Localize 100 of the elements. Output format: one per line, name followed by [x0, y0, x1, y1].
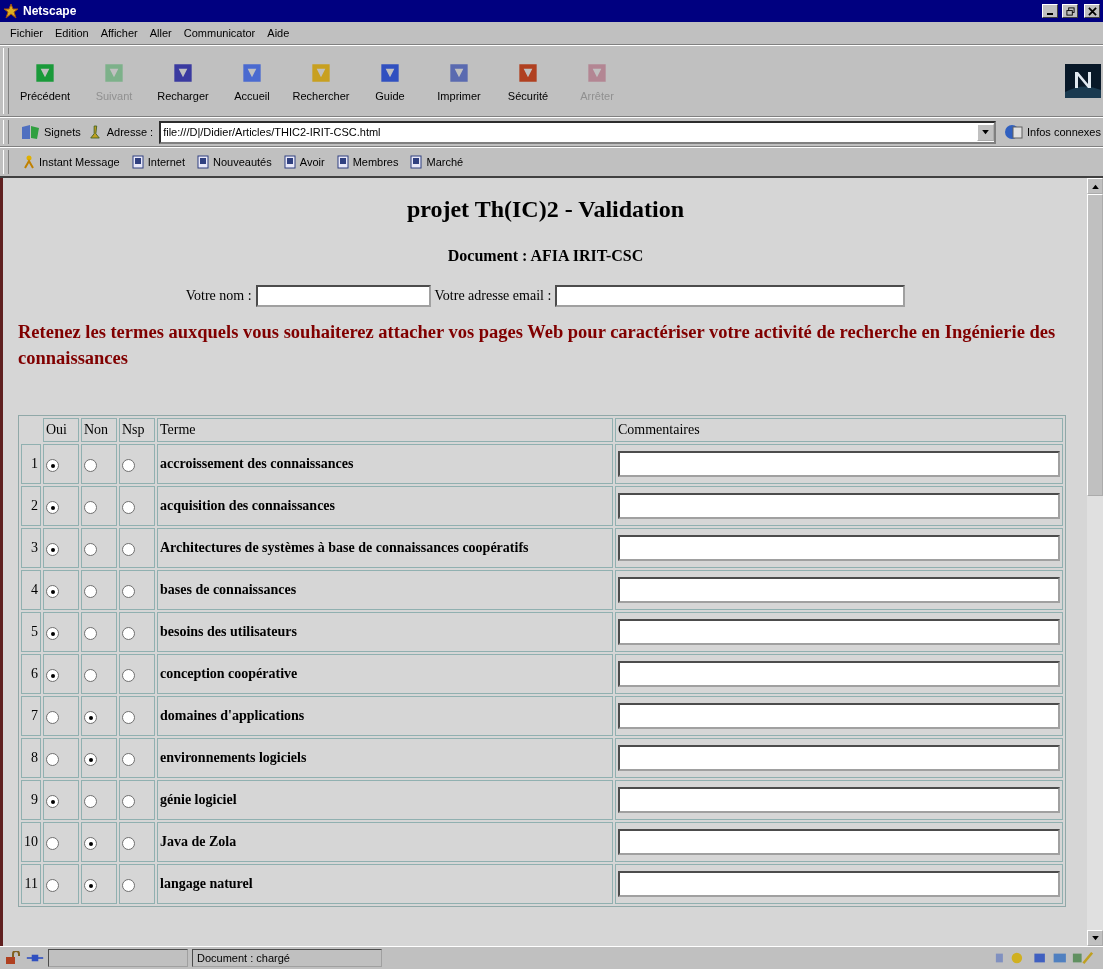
- radio-button[interactable]: [46, 879, 59, 893]
- column-header: Commentaires: [615, 418, 1063, 442]
- radio-button[interactable]: [122, 585, 135, 599]
- minimize-button[interactable]: [1042, 4, 1058, 18]
- menu-item[interactable]: Edition: [55, 27, 89, 39]
- row-number: 3: [21, 528, 41, 568]
- radio-button[interactable]: [84, 669, 97, 683]
- term-cell: environnements logiciels: [157, 738, 613, 778]
- toolbar-button[interactable]: Accueil: [220, 60, 284, 102]
- comment-field[interactable]: [618, 451, 1060, 477]
- up-arrow-icon: [1091, 183, 1099, 189]
- lock-icon: [4, 951, 22, 965]
- term-cell: acquisition des connaissances: [157, 486, 613, 526]
- radio-button[interactable]: [46, 837, 59, 851]
- term-cell: accroissement des connaissances: [157, 444, 613, 484]
- bookmark-button[interactable]: Marché: [408, 155, 466, 169]
- radio-button[interactable]: [84, 585, 97, 599]
- menu-item[interactable]: Aller: [149, 27, 172, 39]
- radio-button[interactable]: [84, 711, 97, 725]
- scroll-up-button[interactable]: [1087, 178, 1103, 194]
- term-cell: bases de connaissances: [157, 570, 613, 610]
- radio-button[interactable]: [46, 501, 59, 515]
- comment-field[interactable]: [618, 871, 1060, 897]
- close-button[interactable]: [1084, 4, 1100, 18]
- radio-button[interactable]: [84, 795, 97, 809]
- page-icon: [410, 155, 423, 169]
- radio-button[interactable]: [122, 879, 135, 893]
- radio-button[interactable]: [46, 585, 59, 599]
- radio-button[interactable]: [46, 459, 59, 473]
- caret-icon: [982, 129, 989, 135]
- radio-button[interactable]: [84, 501, 97, 515]
- menu-item[interactable]: Communicator: [183, 27, 256, 39]
- menu-item[interactable]: Aide: [267, 27, 290, 39]
- radio-button[interactable]: [122, 669, 135, 683]
- radio-button[interactable]: [46, 795, 59, 809]
- page-icon: [336, 155, 349, 169]
- page-icon: [197, 155, 210, 169]
- bookmark-button[interactable]: Membres: [334, 155, 401, 169]
- instructions-text: Retenez les termes auxquels vous souhaiterez attacher vos pages Web pour caractériser votre activité de recherche en Ingénierie des connaissances: [18, 321, 1057, 370]
- scroll-thumb[interactable]: [1087, 194, 1103, 496]
- radio-button[interactable]: [122, 543, 135, 557]
- comment-field[interactable]: [618, 787, 1060, 813]
- toolbar-button[interactable]: Guide: [358, 60, 422, 102]
- radio-button[interactable]: [84, 837, 97, 851]
- radio-button[interactable]: [122, 837, 135, 851]
- column-header: Terme: [157, 418, 613, 442]
- radio-button[interactable]: [84, 627, 97, 641]
- term-cell: Java de Zola: [157, 822, 613, 862]
- bookmark-button[interactable]: Instant Message: [21, 155, 122, 169]
- radio-button[interactable]: [122, 627, 135, 641]
- minimize-icon: [1047, 12, 1053, 15]
- scroll-down-button[interactable]: [1087, 930, 1103, 946]
- comment-field[interactable]: [618, 703, 1060, 729]
- menu-item[interactable]: Afficher: [100, 27, 138, 39]
- toolbar-button[interactable]: Précédent: [13, 60, 77, 102]
- toolbar-button[interactable]: Recharger: [151, 60, 215, 102]
- term-cell: conception coopérative: [157, 654, 613, 694]
- toolbar-button[interactable]: Rechercher: [289, 60, 353, 102]
- radio-button[interactable]: [122, 711, 135, 725]
- radio-button[interactable]: [84, 753, 97, 767]
- toolbar-button[interactable]: Sécurité: [496, 60, 560, 102]
- row-number: 4: [21, 570, 41, 610]
- radio-button[interactable]: [122, 459, 135, 473]
- menu-item[interactable]: Fichier: [10, 27, 43, 39]
- term-cell: génie logiciel: [157, 780, 613, 820]
- comment-field[interactable]: [618, 619, 1060, 645]
- term-cell: besoins des utilisateurs: [157, 612, 613, 652]
- address-field[interactable]: file:///D|/Didier/Articles/THIC2-IRIT-CSC.html: [159, 120, 996, 144]
- radio-button[interactable]: [46, 711, 59, 725]
- window-title: Netscape: [23, 4, 77, 18]
- radio-button[interactable]: [84, 459, 97, 473]
- comment-field[interactable]: [618, 493, 1060, 519]
- bookmark-button[interactable]: Internet: [129, 155, 188, 169]
- comment-field[interactable]: [618, 661, 1060, 687]
- radio-button[interactable]: [84, 879, 97, 893]
- row-number: 1: [21, 444, 41, 484]
- dropdown-button[interactable]: [977, 123, 994, 141]
- comment-field[interactable]: [618, 745, 1060, 771]
- bookmarks-button[interactable]: Signets: [19, 124, 83, 140]
- related-button[interactable]: Infos connexes: [1002, 123, 1103, 141]
- comment-field[interactable]: [618, 577, 1060, 603]
- email-field[interactable]: [555, 285, 906, 307]
- radio-button[interactable]: [122, 501, 135, 515]
- globe-icon: [1004, 123, 1024, 141]
- bookmark-button[interactable]: Nouveautés: [195, 155, 274, 169]
- toolbar-button[interactable]: Imprimer: [427, 60, 491, 102]
- radio-button[interactable]: [46, 627, 59, 641]
- radio-button[interactable]: [84, 543, 97, 557]
- radio-button[interactable]: [122, 753, 135, 767]
- radio-button[interactable]: [46, 669, 59, 683]
- comment-field[interactable]: [618, 829, 1060, 855]
- radio-button[interactable]: [122, 795, 135, 809]
- restore-button[interactable]: [1062, 4, 1078, 18]
- row-number: 2: [21, 486, 41, 526]
- comment-field[interactable]: [618, 535, 1060, 561]
- name-field[interactable]: [255, 285, 431, 307]
- column-header: Non: [81, 418, 117, 442]
- radio-button[interactable]: [46, 753, 59, 767]
- radio-button[interactable]: [46, 543, 59, 557]
- bookmark-button[interactable]: Avoir: [281, 155, 327, 169]
